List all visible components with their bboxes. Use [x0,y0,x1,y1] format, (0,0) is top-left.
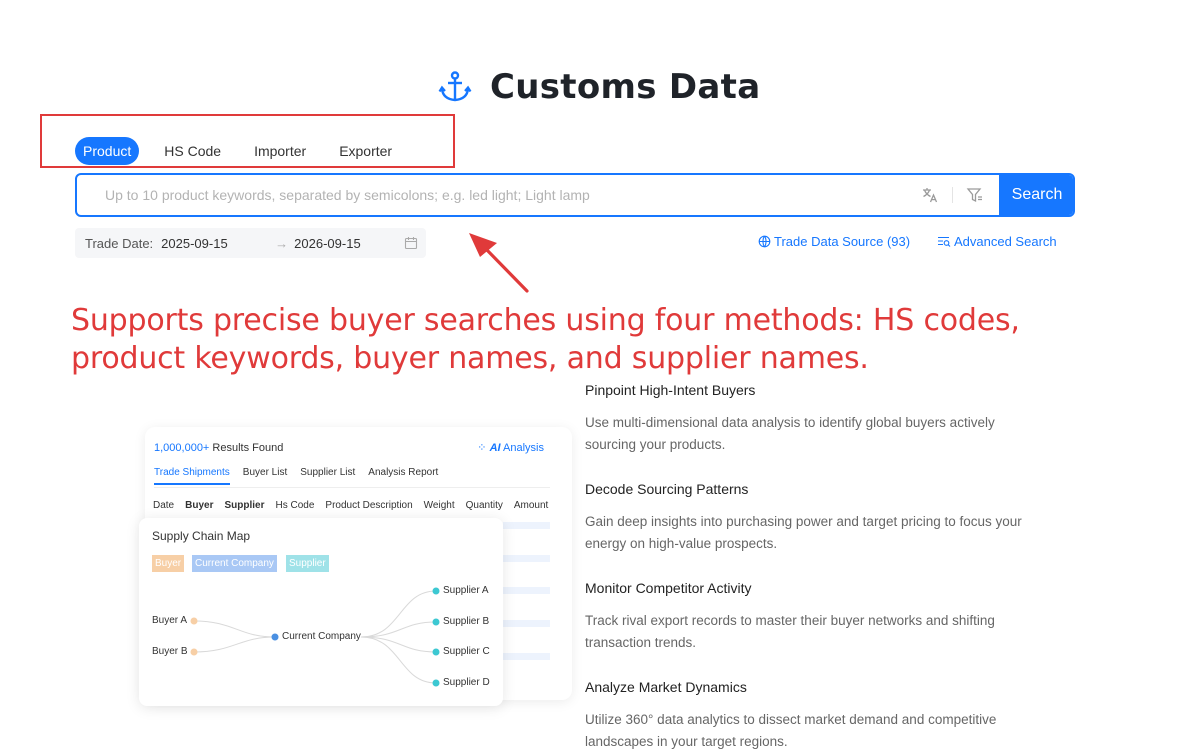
supplier-node [432,648,440,656]
column-header: Amount [513,500,549,511]
search-input[interactable] [77,175,920,215]
feature-description: Utilize 360° data analytics to dissect m… [585,712,997,749]
results-columns: Date Buyer Supplier Hs Code Product Desc… [153,500,559,511]
translate-icon[interactable] [920,185,940,205]
trade-date-label: Trade Date: [85,235,154,251]
buyer-node [190,617,198,625]
supplier-b-label: Supplier B [443,616,490,627]
placeholder-row-bar [503,555,550,562]
feature-title: Decode Sourcing Patterns [585,481,749,499]
column-header: Date [153,500,175,511]
supplier-a-label: Supplier A [443,585,489,596]
feature-item: Decode Sourcing Patterns Gain deep insig… [585,481,1025,555]
tab-buyer-list: Buyer List [242,467,288,478]
supplier-node [432,618,440,626]
supplier-d-label: Supplier D [443,677,490,688]
tab-product[interactable]: Product [75,137,140,165]
annotation-arrow-icon [469,233,529,293]
column-header: Weight [423,500,455,511]
current-company-node [271,633,279,641]
buyer-node [190,648,198,656]
supplier-c-label: Supplier C [443,646,490,657]
current-company-label: Current Company [282,631,361,642]
search-bar: Search [75,173,1075,217]
supply-chain-map-card: Supply Chain Map Buyer Current Company S… [139,518,503,706]
advanced-search-label: Advanced Search [954,234,1057,249]
feature-description: Gain deep insights into purchasing power… [585,514,1022,551]
buyer-b-label: Buyer B [152,646,188,657]
tool-separator [952,187,953,203]
globe-icon [758,235,771,248]
placeholder-row-bar [503,587,550,594]
advanced-search-link[interactable]: Advanced Search [937,234,1057,249]
advanced-search-icon [937,235,951,248]
sparkle-icon: ⁘ [477,442,490,454]
tab-analysis-report: Analysis Report [368,467,439,478]
feature-item: Monitor Competitor Activity Track rival … [585,580,1025,654]
tab-trade-shipments: Trade Shipments [154,467,230,485]
calendar-icon[interactable] [404,236,418,250]
trade-data-source-label: Trade Data Source (93) [774,234,911,249]
trade-date-start[interactable]: 2025-09-15 [161,236,271,251]
tab-importer[interactable]: Importer [246,137,314,165]
supplier-node [432,679,440,687]
tab-supplier-list: Supplier List [300,467,356,478]
placeholder-row-bar [503,620,550,627]
placeholder-row-bar [503,522,550,529]
column-header: Product Description [325,500,413,511]
feature-item: Pinpoint High-Intent Buyers Use multi-di… [585,382,1025,456]
feature-item: Analyze Market Dynamics Utilize 360° dat… [585,679,1025,751]
buyer-a-label: Buyer A [152,615,188,626]
trade-date-range[interactable]: Trade Date: 2025-09-15 → 2026-09-15 [75,228,426,258]
feature-description: Use multi-dimensional data analysis to i… [585,415,995,452]
annotation-text: Supports precise buyer searches using fo… [71,303,1020,376]
supplier-node [432,587,440,595]
feature-title: Monitor Competitor Activity [585,580,752,598]
column-header: Hs Code [275,500,315,511]
column-header: Supplier [224,500,265,511]
anchor-icon [438,71,472,102]
page-title: Customs Data [490,67,761,107]
trade-data-source-link[interactable]: Trade Data Source (93) [758,234,910,249]
trade-date-end[interactable]: 2026-09-15 [294,236,404,251]
tab-exporter[interactable]: Exporter [331,137,400,165]
results-count: 1,000,000+ Results Found [154,442,284,454]
search-type-tabs: Product HS Code Importer Exporter [75,137,400,165]
column-header: Quantity [465,500,503,511]
feature-title: Pinpoint High-Intent Buyers [585,382,756,400]
page-header: Customs Data [438,64,760,110]
column-header: Buyer [185,500,214,511]
feature-title: Analyze Market Dynamics [585,679,747,697]
date-range-arrow: → [275,235,289,251]
search-button[interactable]: Search [999,175,1073,215]
placeholder-row-bar [503,653,550,660]
tabs-divider [154,487,550,488]
tab-hs-code[interactable]: HS Code [156,137,229,165]
results-tabs: Trade Shipments Buyer List Supplier List… [154,467,451,485]
search-tools [920,175,999,215]
feature-description: Track rival export records to master the… [585,613,995,650]
ai-analysis-label: ⁘ AI Analysis [477,442,544,454]
filter-icon[interactable] [965,185,985,205]
